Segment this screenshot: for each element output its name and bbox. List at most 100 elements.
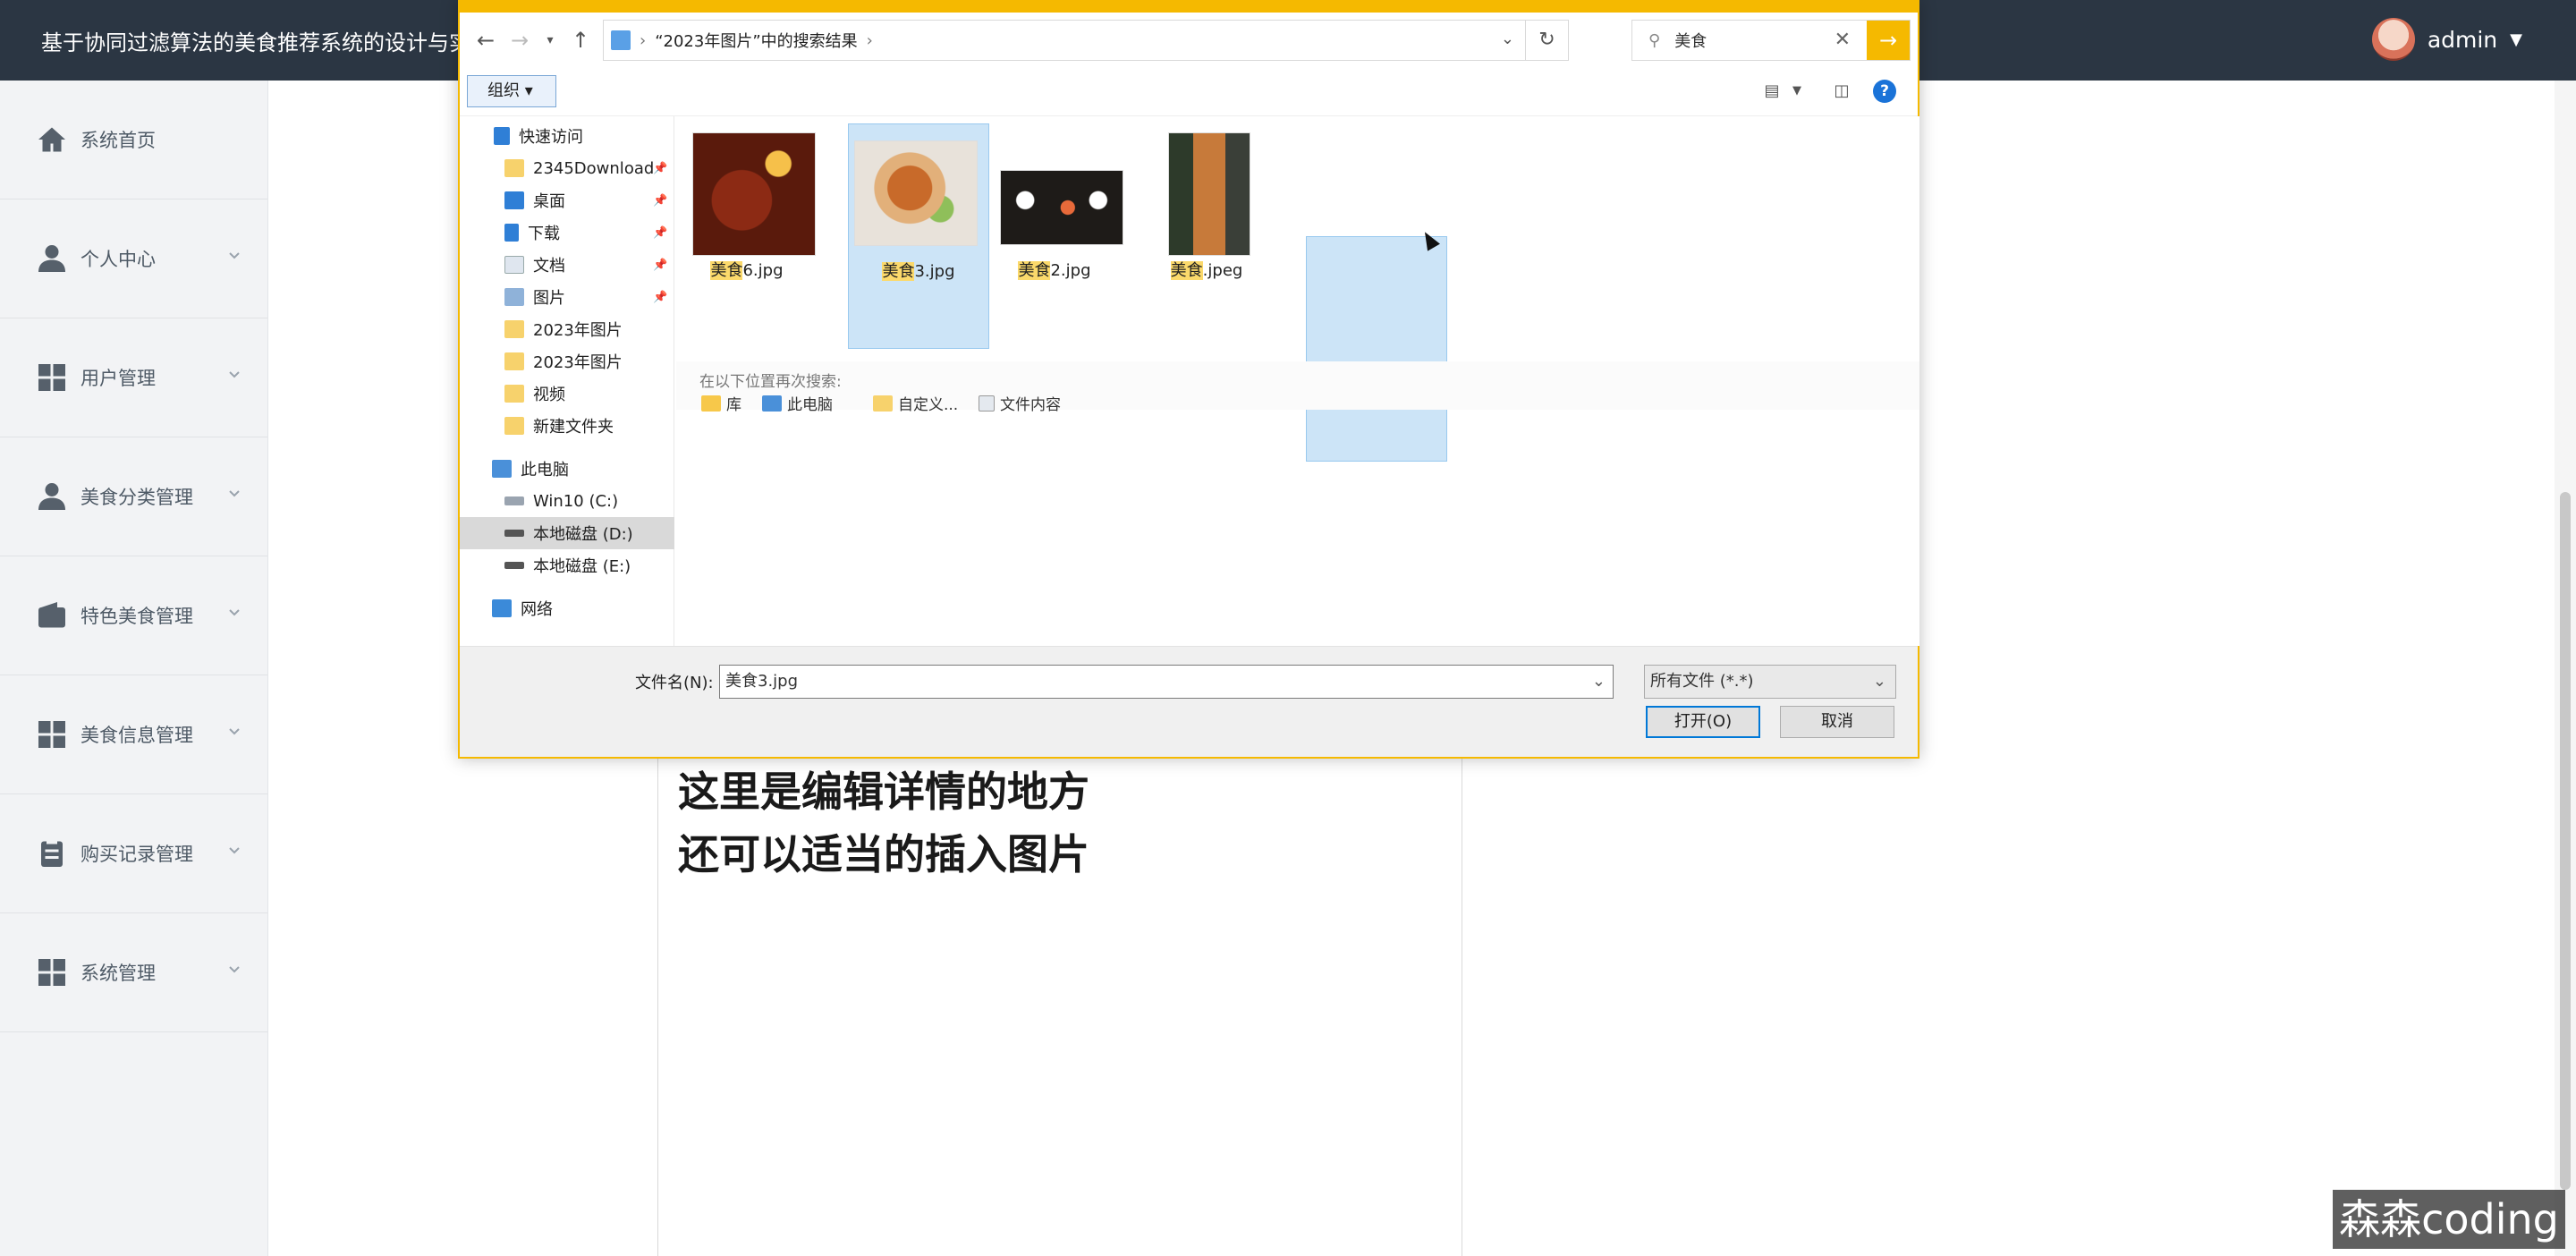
chevron-down-icon [229, 252, 240, 259]
view-icon[interactable]: ▤ [1758, 79, 1785, 104]
link-label[interactable]: 文件内容 [1000, 392, 1061, 414]
nav-item-label: 下载 [528, 225, 560, 243]
sidebar-item-special-food[interactable]: 特色美食管理 [0, 556, 267, 675]
address-bar[interactable]: › “2023年图片”中的搜索结果 › ⌄ ↻ [603, 20, 1569, 61]
address-path[interactable]: “2023年图片”中的搜索结果 [655, 29, 857, 52]
nav-item[interactable]: 新建文件夹 [460, 410, 674, 442]
folder-icon [504, 352, 524, 370]
search-again-this-pc[interactable]: 此电脑 [762, 392, 833, 414]
file-item[interactable]: 美食.jpeg [1136, 123, 1277, 349]
link-label[interactable]: 自定义... [898, 392, 958, 414]
dialog-navbar: ← → ▾ ↑ › “2023年图片”中的搜索结果 › ⌄ ↻ ⚲ 美食 ✕ → [460, 13, 1918, 68]
nav-item-label: 快速访问 [519, 128, 583, 147]
rich-text-editor[interactable]: 这里是编辑详情的地方 还可以适当的插入图片 [657, 707, 1462, 1256]
preview-pane-icon[interactable]: ◫ [1828, 79, 1855, 104]
cancel-button[interactable]: 取消 [1780, 706, 1894, 738]
nav-item-label: 2345Download [533, 158, 655, 178]
highlight-text: 美食 [710, 261, 743, 280]
chevron-down-icon[interactable]: ▼ [1784, 79, 1810, 104]
clipboard-icon [41, 838, 63, 867]
network-icon [492, 599, 512, 617]
link-label[interactable]: 此电脑 [787, 392, 833, 414]
scrollbar-thumb[interactable] [2560, 492, 2571, 1190]
nav-item[interactable]: 此电脑 [460, 453, 674, 485]
file-name-rest: 2.jpg [1050, 261, 1091, 280]
link-label[interactable]: 库 [726, 392, 741, 414]
close-icon[interactable]: ✕ [1835, 29, 1851, 51]
nav-item[interactable]: 图片 📌 [460, 281, 674, 313]
file-name-rest: .jpeg [1202, 261, 1243, 280]
app-title: 基于协同过滤算法的美食推荐系统的设计与实现 [41, 30, 462, 55]
refresh-icon[interactable]: ↻ [1525, 21, 1568, 60]
filename-value[interactable]: 美食3.jpg [725, 672, 798, 691]
nav-item[interactable]: 文档 📌 [460, 249, 674, 281]
editor-line[interactable]: 还可以适当的插入图片 [658, 823, 1462, 886]
dialog-footer: 文件名(N): 美食3.jpg ⌄ 所有文件 (*.*) ⌄ 打开(O) 取消 [460, 646, 1918, 757]
search-again-library[interactable]: 库 [701, 392, 741, 414]
nav-item[interactable]: 桌面 📌 [460, 184, 674, 216]
file-name: 美食3.jpg [849, 259, 988, 282]
file-item[interactable]: 美食6.jpg [676, 123, 818, 349]
search-again-file-contents[interactable]: 文件内容 [979, 392, 1061, 414]
chevron-down-icon [229, 490, 240, 497]
nav-item[interactable]: 下载 📌 [460, 216, 674, 249]
search-input[interactable]: 美食 [1674, 29, 1707, 52]
chevron-down-icon[interactable]: ⌄ [1501, 30, 1514, 48]
back-arrow-icon[interactable]: ← [470, 25, 501, 55]
nav-item[interactable]: 网络 [460, 592, 674, 624]
filetype-select[interactable]: 所有文件 (*.*) ⌄ [1644, 665, 1896, 699]
sidebar-item-users[interactable]: 用户管理 [0, 318, 267, 437]
filetype-value[interactable]: 所有文件 (*.*) [1650, 672, 1754, 691]
file-item[interactable]: 美食2.jpg [984, 123, 1125, 349]
search-go-arrow-icon[interactable]: → [1867, 21, 1910, 60]
filename-input[interactable]: 美食3.jpg ⌄ [719, 665, 1614, 699]
chevron-down-icon [229, 728, 240, 735]
editor-line[interactable]: 这里是编辑详情的地方 [658, 760, 1462, 823]
food-thumbnail [854, 140, 978, 246]
chevron-down-icon[interactable]: ⌄ [1592, 666, 1606, 698]
highlight-text: 美食 [882, 262, 915, 281]
sidebar-item-food-info[interactable]: 美食信息管理 [0, 675, 267, 794]
folder-icon [504, 385, 524, 403]
pin-icon: 📌 [653, 193, 668, 208]
document-icon [504, 256, 524, 274]
file-item[interactable] [1306, 236, 1447, 462]
help-icon[interactable]: ? [1873, 80, 1896, 103]
nav-item[interactable]: 视频 [460, 378, 674, 410]
open-button[interactable]: 打开(O) [1646, 706, 1760, 738]
user-menu[interactable]: admin ▼ [2371, 18, 2522, 61]
recent-dropdown-icon[interactable]: ▾ [535, 25, 565, 55]
nav-item[interactable]: 本地磁盘 (E:) [460, 549, 674, 581]
navigation-pane: 快速访问 2345Download 📌 桌面 📌 下载 📌 文档 📌 图片 📌 2023年… [460, 116, 674, 646]
nav-item[interactable]: 快速访问 [460, 120, 674, 152]
avatar[interactable] [2371, 18, 2415, 61]
sidebar-item-system[interactable]: 系统管理 [0, 913, 267, 1032]
caret-down-icon[interactable]: ▼ [2510, 30, 2522, 49]
dialog-titlebar[interactable] [460, 0, 1918, 13]
forward-arrow-icon[interactable]: → [504, 25, 535, 55]
sidebar-item-home[interactable]: 系统首页 [0, 81, 267, 199]
search-box[interactable]: ⚲ 美食 ✕ → [1631, 20, 1911, 61]
sidebar-item-label: 系统首页 [80, 130, 156, 151]
up-arrow-icon[interactable]: ↑ [565, 25, 596, 55]
chevron-down-icon[interactable]: ⌄ [1873, 666, 1886, 698]
search-again-custom[interactable]: 自定义... [873, 392, 958, 414]
nav-item[interactable]: 2023年图片 [460, 313, 674, 345]
file-item-selected[interactable]: 美食3.jpg [848, 123, 989, 349]
sidebar-item-purchase-records[interactable]: 购买记录管理 [0, 794, 267, 913]
nav-item[interactable]: 本地磁盘 (D:) [460, 517, 674, 549]
nav-item[interactable]: 2023年图片 [460, 345, 674, 378]
file-open-dialog: ← → ▾ ↑ › “2023年图片”中的搜索结果 › ⌄ ↻ ⚲ 美食 ✕ →… [458, 0, 1919, 759]
username[interactable]: admin [2428, 27, 2497, 53]
folder-icon [504, 159, 524, 177]
organize-button[interactable]: 组织 ▾ [467, 75, 556, 107]
page-scrollbar[interactable] [2555, 81, 2576, 1256]
nav-item[interactable]: Win10 (C:) [460, 485, 674, 517]
drive-icon [504, 562, 524, 569]
sidebar-item-profile[interactable]: 个人中心 [0, 199, 267, 318]
nav-item-label: 本地磁盘 (D:) [533, 525, 633, 544]
sidebar-item-food-category[interactable]: 美食分类管理 [0, 437, 267, 556]
file-name: 美食.jpeg [1136, 258, 1277, 281]
nav-item[interactable]: 2345Download 📌 [460, 152, 674, 184]
search-again-title: 在以下位置再次搜索: [699, 373, 842, 391]
